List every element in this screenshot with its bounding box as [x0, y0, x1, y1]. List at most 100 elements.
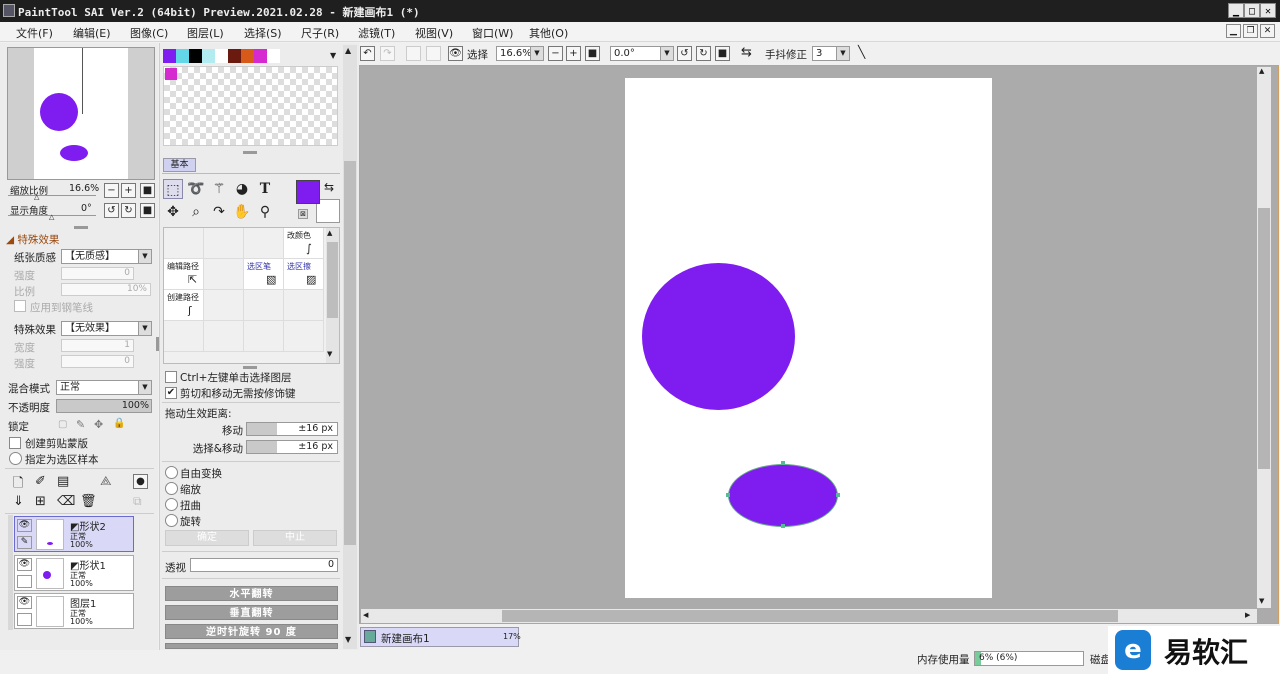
panel-splitter[interactable]	[243, 366, 257, 369]
eyedropper-icon[interactable]: ⚲	[255, 202, 275, 222]
menu-select[interactable]: 选择(S)	[244, 25, 282, 41]
lock-move-icon[interactable]: ✥	[94, 418, 103, 431]
flip-horizontal-button[interactable]: 水平翻转	[165, 586, 338, 601]
edit-pen-icon[interactable]	[17, 575, 32, 588]
transform-cancel-button[interactable]: 中止	[253, 530, 337, 546]
new-linework-layer-icon[interactable]: ✐	[35, 474, 46, 489]
palette-swatch[interactable]	[202, 49, 215, 63]
scroll-right-icon[interactable]: ▶	[1245, 611, 1250, 619]
canvas-vscrollbar[interactable]: ▲ ▼	[1257, 67, 1271, 608]
new-layer-icon[interactable]: 🗋	[13, 474, 23, 496]
menu-other[interactable]: 其他(O)	[529, 25, 568, 41]
lock-transparency-icon[interactable]: ▢	[58, 419, 67, 430]
palette-swatch[interactable]	[241, 49, 254, 63]
blend-combo[interactable]: 正常 ▼	[56, 380, 152, 395]
effects-section-title[interactable]: ◢ 特殊效果	[6, 232, 59, 247]
deselect-icon[interactable]	[406, 46, 421, 61]
canvas-viewport[interactable]: ▲ ▼ ◀ ▶	[359, 65, 1279, 624]
scroll-thumb[interactable]	[327, 242, 338, 318]
ctrl-click-checkbox[interactable]	[165, 371, 177, 383]
zoom-out-button[interactable]: −	[104, 183, 119, 198]
transfer-down-icon[interactable]: ⇓	[13, 494, 24, 509]
rotate-tool-icon[interactable]: ↷	[209, 202, 229, 222]
palette-swatch[interactable]	[254, 49, 267, 63]
move-distance-slider[interactable]: ±16 px	[246, 422, 338, 436]
tool-edit-path[interactable]: 编辑路径 ⇱	[164, 259, 204, 290]
shape-ellipse-selected[interactable]	[728, 464, 838, 527]
palette-swatch[interactable]	[176, 49, 189, 63]
mdi-minimize-icon[interactable]: ▁	[1226, 24, 1241, 38]
zoom-slider-thumb[interactable]: △	[34, 193, 39, 201]
palette-swatch[interactable]	[267, 49, 280, 63]
canvas-hscrollbar[interactable]: ◀ ▶	[361, 609, 1257, 623]
opacity-slider[interactable]: 100%	[56, 399, 152, 413]
palette-menu-icon[interactable]: ▼	[330, 51, 336, 60]
menu-window[interactable]: 窗口(W)	[472, 25, 513, 41]
lock-paint-icon[interactable]: ✎	[76, 418, 85, 431]
control-point[interactable]	[781, 461, 785, 465]
visibility-eye-icon[interactable]: 👁	[17, 519, 32, 532]
close-icon[interactable]: ✕	[1260, 3, 1276, 18]
cut-move-checkbox[interactable]: ✔	[165, 387, 177, 399]
transform-ok-button[interactable]: 确定	[165, 530, 249, 546]
flip-view-icon[interactable]: ⇆	[741, 45, 752, 60]
scroll-up-icon[interactable]: ▲	[345, 46, 351, 55]
visibility-eye-icon[interactable]: 👁	[17, 558, 32, 571]
zoom-combo[interactable]: 16.6% ▼	[496, 46, 544, 61]
toolbar-zoom-reset-button[interactable]: ■	[585, 46, 600, 61]
layer-item-layer1[interactable]: 👁 图层1 正常 100%	[14, 593, 134, 629]
apply-pen-checkbox[interactable]	[14, 300, 26, 312]
visibility-eye-icon[interactable]: 👁	[17, 596, 32, 609]
menu-edit[interactable]: 编辑(E)	[73, 25, 111, 41]
perspective-input[interactable]: 0	[190, 558, 338, 572]
tool-recolor[interactable]: 改颜色 ∫	[284, 228, 324, 259]
paper-combo[interactable]: 【无质感】 ▼	[61, 249, 152, 264]
control-point[interactable]	[781, 524, 785, 528]
edit-pen-icon[interactable]	[17, 613, 32, 626]
hand-tool-icon[interactable]: ✋	[232, 202, 252, 222]
show-selection-eye-icon[interactable]: 👁	[448, 46, 463, 61]
duplicate-icon[interactable]: ⧉	[133, 494, 142, 509]
rotate-radio[interactable]	[165, 514, 178, 527]
edit-pen-icon[interactable]: ✎	[17, 536, 32, 549]
rotate-cw90-button[interactable]	[165, 643, 338, 649]
scroll-up-icon[interactable]: ▲	[1259, 67, 1264, 75]
menu-image[interactable]: 图像(C)	[130, 25, 168, 41]
zoom-tool-icon[interactable]: ⌕	[186, 202, 206, 222]
palette-swatch[interactable]	[228, 49, 241, 63]
angle-reset-button[interactable]: ■	[140, 203, 155, 218]
rotate-ccw-button[interactable]: ↺	[104, 203, 119, 218]
rect-select-icon[interactable]: ⬚	[163, 179, 183, 199]
invert-selection-icon[interactable]	[426, 46, 441, 61]
scroll-thumb[interactable]	[344, 161, 356, 545]
custom-palette[interactable]	[163, 66, 338, 146]
tab-basic[interactable]: 基本	[163, 158, 196, 172]
shape-circle[interactable]	[642, 263, 795, 410]
navigator-preview[interactable]	[7, 47, 155, 180]
scroll-thumb[interactable]	[1258, 208, 1270, 469]
canvas-tab[interactable]: 新建画布1 17%	[360, 627, 521, 647]
scroll-left-icon[interactable]: ◀	[363, 611, 368, 619]
menu-filter[interactable]: 滤镜(T)	[358, 25, 395, 41]
toolbar-angle-reset-button[interactable]: ■	[715, 46, 730, 61]
palette-swatch[interactable]	[163, 49, 176, 63]
selsrc-radio[interactable]	[9, 452, 22, 465]
shape-tool-icon[interactable]: ◕	[232, 179, 252, 199]
tool-grid-scrollbar[interactable]: ▲ ▼	[326, 228, 339, 363]
palette-swatch[interactable]	[189, 49, 202, 63]
angle-combo[interactable]: 0.0° ▼	[610, 46, 674, 61]
maximize-icon[interactable]: □	[1244, 3, 1260, 18]
flip-vertical-button[interactable]: 垂直翻转	[165, 605, 338, 620]
merge-down-icon[interactable]: ⊞	[35, 494, 46, 509]
canvas-page[interactable]	[625, 78, 992, 598]
toolbar-zoom-out-button[interactable]: −	[548, 46, 563, 61]
move-tool-icon[interactable]: ✥	[163, 202, 183, 222]
scroll-up-icon[interactable]: ▲	[327, 229, 332, 237]
layer-item-shape1[interactable]: 👁 ◩形状1 正常 100%	[14, 555, 134, 591]
layer-item-shape2[interactable]: 👁 ✎ ◩形状2 正常 100%	[14, 516, 134, 552]
clear-layer-icon[interactable]: ⌫	[57, 494, 75, 509]
toolbar-rotate-ccw-icon[interactable]: ↺	[677, 46, 692, 61]
tool-selection-eraser[interactable]: 选区擦 ▨	[284, 259, 324, 290]
menu-ruler[interactable]: 尺子(R)	[301, 25, 339, 41]
magic-wand-icon[interactable]: ⚚	[209, 179, 229, 199]
